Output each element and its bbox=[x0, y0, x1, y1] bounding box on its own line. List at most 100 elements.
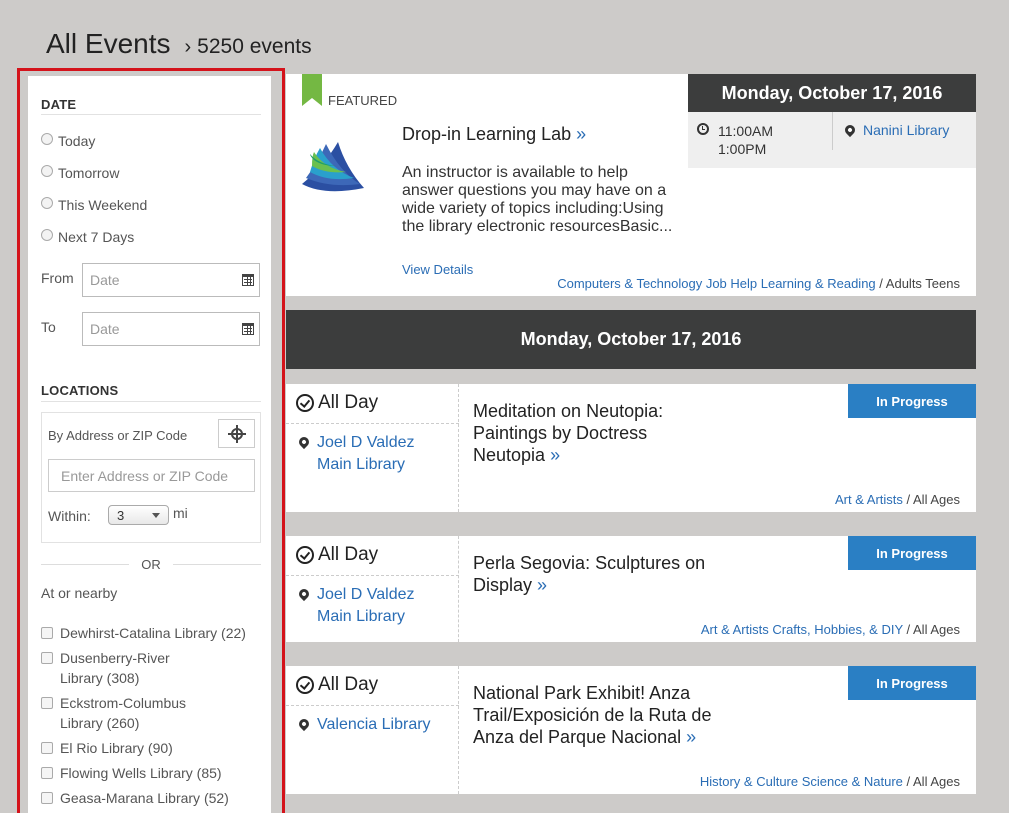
checkbox[interactable] bbox=[41, 742, 53, 754]
date-option-today[interactable]: Today bbox=[41, 133, 95, 149]
calendar-icon[interactable] bbox=[242, 323, 254, 335]
category-links[interactable]: History & Culture Science & Nature bbox=[700, 774, 903, 789]
or-separator: OR bbox=[41, 555, 261, 573]
library-filter-item[interactable]: Dusenberry-River Library (308) bbox=[41, 648, 201, 688]
category-links[interactable]: Computers & Technology Job Help Learning… bbox=[557, 276, 875, 291]
bookmark-icon bbox=[302, 74, 322, 106]
event-categories: Art & Artists / All Ages bbox=[834, 492, 960, 507]
title-line[interactable]: National Park Exhibit! Anza bbox=[473, 682, 743, 704]
chevron-down-icon bbox=[152, 513, 160, 518]
event-location-link[interactable]: Joel D Valdez Main Library bbox=[317, 584, 415, 628]
chevron-right-icon: › bbox=[184, 36, 192, 58]
calendar-icon[interactable] bbox=[242, 274, 254, 286]
event-title-link[interactable]: National Park Exhibit! Anza Trail/Exposic… bbox=[473, 682, 743, 748]
radio-button[interactable] bbox=[41, 165, 53, 177]
event-meta: All Day Joel D Valdez Main Library bbox=[286, 384, 459, 512]
library-label: Dusenberry-River Library (308) bbox=[60, 650, 170, 686]
use-my-location-button[interactable] bbox=[218, 419, 255, 448]
date-option-label: Today bbox=[58, 133, 96, 149]
featured-event-location[interactable]: Nanini Library bbox=[863, 122, 949, 138]
category-links[interactable]: Art & Artists Crafts, Hobbies, & DIY bbox=[701, 622, 903, 637]
or-label: OR bbox=[141, 556, 161, 572]
clock-icon bbox=[296, 676, 314, 694]
category-links[interactable]: Art & Artists bbox=[835, 492, 903, 507]
date-option-label: Next 7 Days bbox=[58, 229, 135, 245]
double-chevron-right-icon[interactable]: » bbox=[686, 727, 696, 747]
clock-icon bbox=[296, 546, 314, 564]
location-line[interactable]: Joel D Valdez bbox=[317, 432, 415, 454]
checkbox[interactable] bbox=[41, 652, 53, 664]
address-input[interactable]: Enter Address or ZIP Code bbox=[48, 459, 255, 492]
map-pin-icon bbox=[842, 122, 858, 138]
date-option-next-7-days[interactable]: Next 7 Days bbox=[41, 229, 134, 245]
event-time-text: All Day bbox=[318, 674, 379, 695]
event-title-link[interactable]: Perla Segovia: Sculptures on Display » bbox=[473, 552, 743, 596]
event-categories: History & Culture Science & Nature / All… bbox=[699, 774, 960, 789]
library-logo-icon bbox=[302, 142, 364, 192]
page-header: All Events › 5250 events bbox=[46, 28, 312, 64]
library-filter-item[interactable]: Dewhirst-Catalina Library (22) bbox=[41, 623, 263, 643]
from-date-input[interactable]: Date bbox=[82, 263, 260, 297]
map-pin-icon bbox=[296, 434, 312, 450]
featured-title-text[interactable]: Drop-in Learning Lab bbox=[402, 124, 571, 144]
audience-text: All Ages bbox=[913, 492, 960, 507]
title-line[interactable]: Perla Segovia: Sculptures on bbox=[473, 552, 743, 574]
event-categories: Art & Artists Crafts, Hobbies, & DIY / A… bbox=[700, 622, 960, 637]
event-location-link[interactable]: Joel D Valdez Main Library bbox=[317, 432, 415, 476]
clock-icon bbox=[697, 123, 709, 135]
crosshair-icon bbox=[227, 424, 246, 443]
location-line[interactable]: Main Library bbox=[317, 606, 415, 628]
radio-button[interactable] bbox=[41, 197, 53, 209]
date-option-this-weekend[interactable]: This Weekend bbox=[41, 197, 147, 213]
title-line[interactable]: Trail/Exposición de la Ruta de bbox=[473, 704, 743, 726]
address-placeholder: Enter Address or ZIP Code bbox=[61, 467, 229, 484]
event-title-link[interactable]: Meditation on Neutopia: Paintings by Doct… bbox=[473, 400, 743, 466]
library-filter-item[interactable]: Flowing Wells Library (85) bbox=[41, 763, 263, 783]
date-placeholder: Date bbox=[90, 272, 120, 288]
audience-text: All Ages bbox=[913, 774, 960, 789]
library-label: Eckstrom-Columbus Library (260) bbox=[60, 695, 187, 731]
title-line[interactable]: Neutopia bbox=[473, 445, 545, 465]
to-date-input[interactable]: Date bbox=[82, 312, 260, 346]
checkbox[interactable] bbox=[41, 792, 53, 804]
date-option-tomorrow[interactable]: Tomorrow bbox=[41, 165, 119, 181]
divider bbox=[41, 114, 261, 115]
checkbox[interactable] bbox=[41, 697, 53, 709]
location-line[interactable]: Main Library bbox=[317, 454, 415, 476]
library-filter-item[interactable]: Eckstrom-Columbus Library (260) bbox=[41, 693, 211, 733]
title-line[interactable]: Anza del Parque Nacional bbox=[473, 727, 681, 747]
library-filter-item[interactable]: El Rio Library (90) bbox=[41, 738, 263, 758]
featured-event-title[interactable]: Drop-in Learning Lab » bbox=[402, 124, 586, 145]
event-location-link[interactable]: Valencia Library bbox=[317, 714, 431, 736]
by-address-label: By Address or ZIP Code bbox=[48, 428, 188, 443]
location-line[interactable]: Joel D Valdez bbox=[317, 584, 415, 606]
within-label: Within: bbox=[48, 508, 91, 524]
double-chevron-right-icon[interactable]: » bbox=[537, 575, 547, 595]
radio-button[interactable] bbox=[41, 133, 53, 145]
double-chevron-right-icon[interactable]: » bbox=[550, 445, 560, 465]
checkbox[interactable] bbox=[41, 767, 53, 779]
divider bbox=[286, 423, 459, 424]
checkbox[interactable] bbox=[41, 627, 53, 639]
title-line[interactable]: Display bbox=[473, 575, 532, 595]
divider bbox=[286, 575, 459, 576]
library-filter-item[interactable]: Geasa-Marana Library (52) bbox=[41, 788, 263, 808]
featured-event-date: Monday, October 17, 2016 bbox=[688, 74, 976, 112]
featured-label: FEATURED bbox=[328, 93, 398, 108]
double-chevron-right-icon[interactable]: » bbox=[576, 124, 586, 144]
page-title: All Events bbox=[46, 28, 171, 59]
location-line[interactable]: Valencia Library bbox=[317, 714, 431, 736]
event-time-text: All Day bbox=[318, 544, 379, 565]
title-line[interactable]: Meditation on Neutopia: bbox=[473, 400, 743, 422]
view-details-link[interactable]: View Details bbox=[402, 262, 473, 277]
event-time-text: All Day bbox=[318, 392, 379, 413]
radio-button[interactable] bbox=[41, 229, 53, 241]
status-badge: In Progress bbox=[848, 536, 976, 570]
radius-select[interactable]: 3 bbox=[108, 505, 169, 525]
date-group-header: Monday, October 17, 2016 bbox=[286, 310, 976, 369]
event-time: All Day bbox=[296, 392, 378, 414]
end-time: 1:00PM bbox=[718, 141, 767, 157]
title-line[interactable]: Paintings by Doctress bbox=[473, 422, 743, 444]
library-label: Geasa-Marana Library (52) bbox=[60, 790, 229, 806]
event-card: All Day Valencia Library National Park E… bbox=[286, 666, 976, 794]
